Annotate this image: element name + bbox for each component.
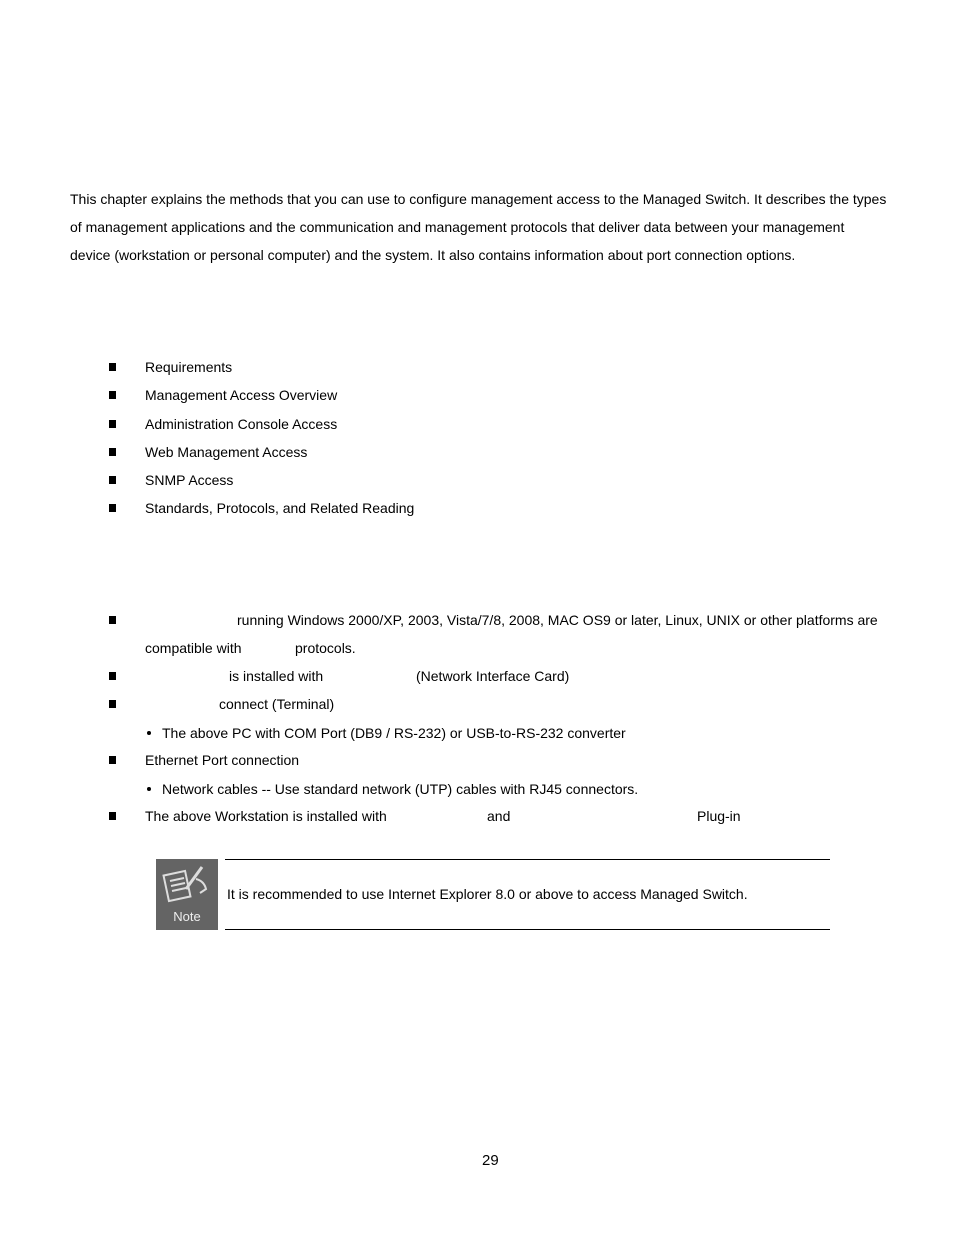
square-bullet-icon xyxy=(109,448,116,456)
note-text: It is recommended to use Internet Explor… xyxy=(227,886,748,902)
list-item: The above Workstation is installed with xyxy=(145,808,387,824)
note-icon-label: Note xyxy=(173,909,201,924)
round-bullet-icon xyxy=(147,787,151,791)
square-bullet-icon xyxy=(109,504,116,512)
divider xyxy=(225,859,830,860)
list-item: Web Management Access xyxy=(145,444,308,460)
sub-list-item: The above PC with COM Port (DB9 / RS-232… xyxy=(162,725,626,741)
list-item: and xyxy=(487,808,511,824)
list-item: Requirements xyxy=(145,359,233,375)
intro-line: device (workstation or personal computer… xyxy=(70,247,796,263)
list-item: is installed with xyxy=(229,668,324,684)
list-item: (Network Interface Card) xyxy=(416,668,570,684)
list-item: Plug-in xyxy=(697,808,741,824)
square-bullet-icon xyxy=(109,616,116,624)
list-item: Ethernet Port connection xyxy=(145,752,300,768)
square-bullet-icon xyxy=(109,700,116,708)
list-item: protocols. xyxy=(295,640,356,656)
list-item: running Windows 2000/XP, 2003, Vista/7/8… xyxy=(237,612,878,628)
square-bullet-icon xyxy=(109,476,116,484)
square-bullet-icon xyxy=(109,672,116,680)
list-item: SNMP Access xyxy=(145,472,234,488)
page-number: 29 xyxy=(482,1152,499,1169)
list-item: connect (Terminal) xyxy=(219,696,335,712)
divider xyxy=(225,929,830,930)
intro-line: of management applications and the commu… xyxy=(70,219,845,235)
note-icon: Note xyxy=(156,859,218,930)
square-bullet-icon xyxy=(109,420,116,428)
list-item: Standards, Protocols, and Related Readin… xyxy=(145,500,415,516)
square-bullet-icon xyxy=(109,756,116,764)
list-item: Management Access Overview xyxy=(145,387,338,403)
intro-line: This chapter explains the methods that y… xyxy=(70,191,887,207)
list-item: Administration Console Access xyxy=(145,416,338,432)
list-item: compatible with xyxy=(145,640,242,656)
square-bullet-icon xyxy=(109,363,116,371)
square-bullet-icon xyxy=(109,812,116,820)
square-bullet-icon xyxy=(109,391,116,399)
sub-list-item: Network cables -- Use standard network (… xyxy=(162,781,639,797)
round-bullet-icon xyxy=(147,731,151,735)
